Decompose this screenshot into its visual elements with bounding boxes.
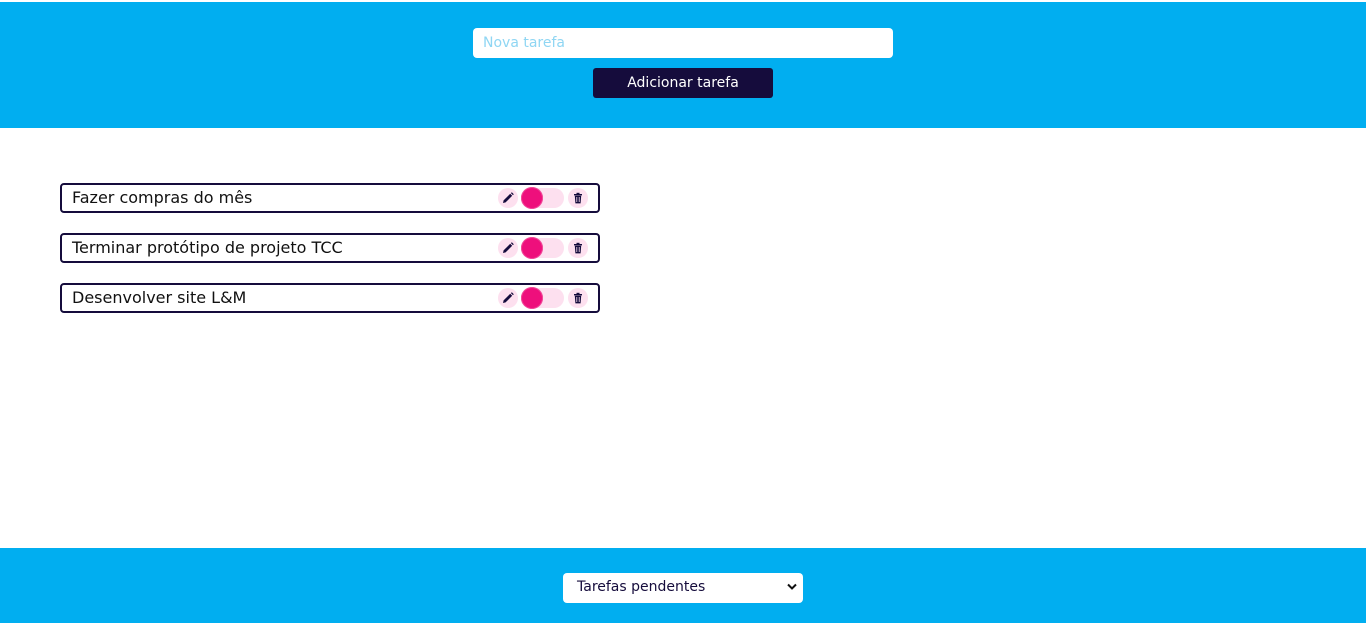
task-text: Terminar protótipo de projeto TCC [72,238,343,257]
edit-task-button[interactable] [498,288,518,308]
task-filter-select[interactable]: Tarefas pendentes [563,573,803,603]
toggle-knob [521,187,543,209]
trash-icon [574,242,582,254]
complete-toggle[interactable] [521,187,564,209]
add-task-button[interactable]: Adicionar tarefa [593,68,773,98]
trash-icon [574,192,582,204]
footer-bar: Tarefas pendentes [0,548,1366,623]
delete-task-button[interactable] [568,188,588,208]
trash-icon [574,292,582,304]
delete-task-button[interactable] [568,238,588,258]
task-item: Fazer compras do mês [60,183,600,213]
pencil-icon [503,242,514,253]
header-bar: Adicionar tarefa [0,2,1366,128]
complete-toggle[interactable] [521,287,564,309]
edit-task-button[interactable] [498,238,518,258]
task-list: Fazer compras do mês Terminar protótipo … [60,183,600,333]
toggle-knob [521,237,543,259]
pencil-icon [503,192,514,203]
task-text: Fazer compras do mês [72,188,253,207]
pencil-icon [503,292,514,303]
task-item: Terminar protótipo de projeto TCC [60,233,600,263]
toggle-knob [521,287,543,309]
delete-task-button[interactable] [568,288,588,308]
edit-task-button[interactable] [498,188,518,208]
task-item: Desenvolver site L&M [60,283,600,313]
filter-selected-label: Tarefas pendentes [577,579,706,595]
chevron-down-icon [787,583,797,590]
new-task-input[interactable] [473,28,893,58]
complete-toggle[interactable] [521,237,564,259]
task-text: Desenvolver site L&M [72,288,247,307]
